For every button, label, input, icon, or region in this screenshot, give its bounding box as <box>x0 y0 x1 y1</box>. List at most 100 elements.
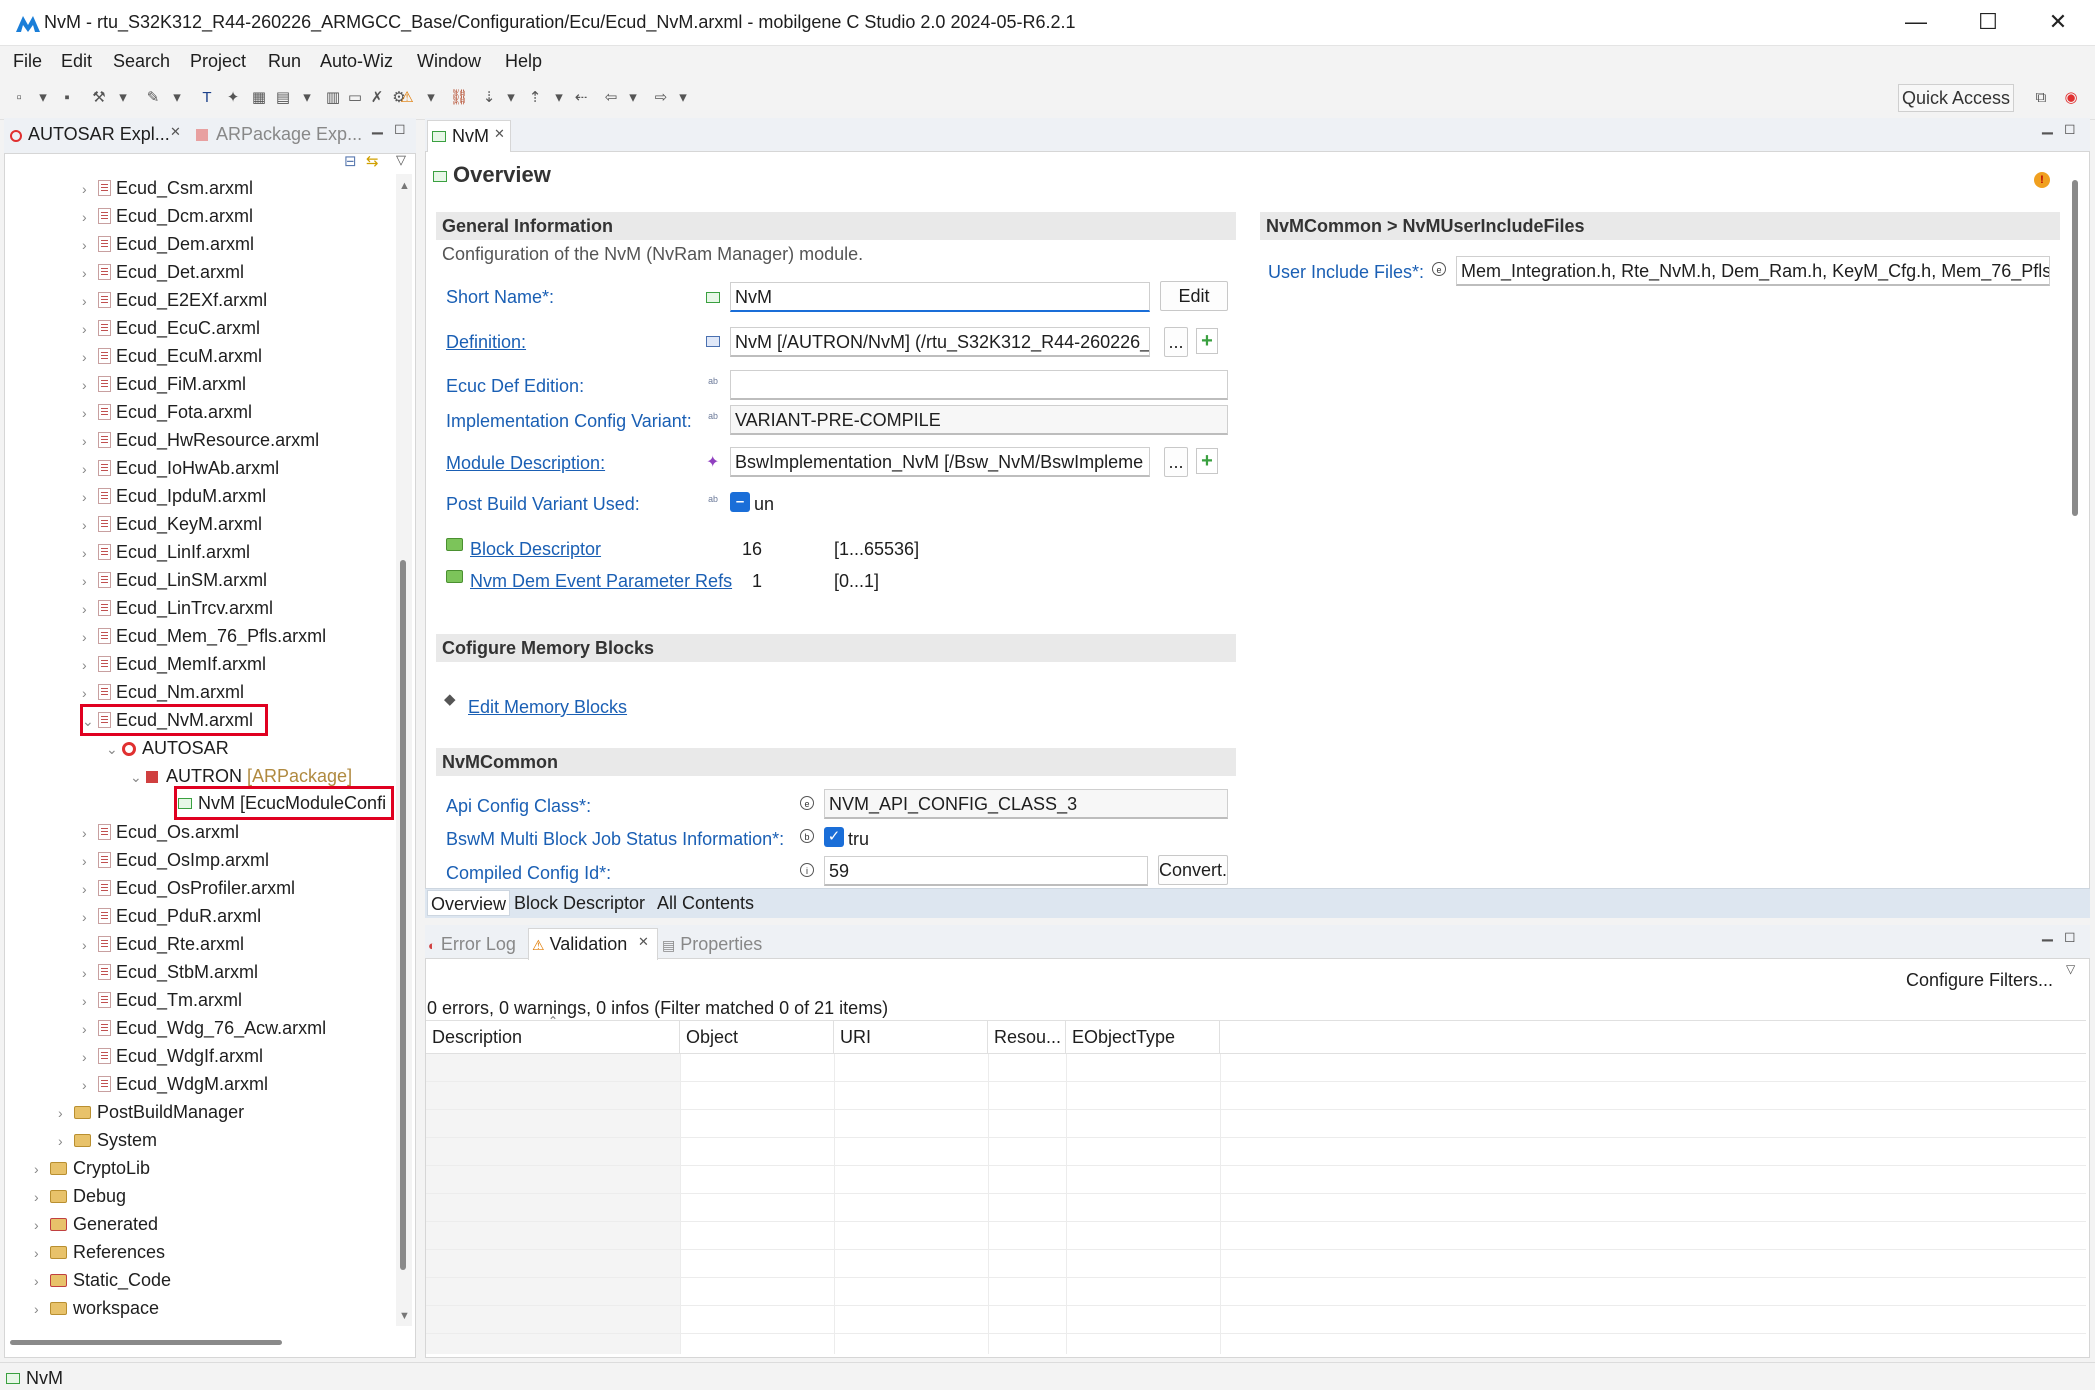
column-eobjecttype[interactable]: EObjectType <box>1066 1020 1220 1054</box>
grid-icon[interactable]: ▤ <box>272 87 294 109</box>
tree-item[interactable]: › Ecud_Dcm.arxml <box>82 202 253 230</box>
dropdown-icon[interactable]: ▾ <box>420 87 442 109</box>
convert-button[interactable]: Convert.. <box>1158 855 1228 885</box>
tree-item[interactable]: › Ecud_Os.arxml <box>82 818 239 846</box>
tree-item[interactable]: › Ecud_PduR.arxml <box>82 902 261 930</box>
tab-autosar-explorer[interactable]: AUTOSAR Expl... <box>10 124 170 145</box>
maximize-view-icon[interactable]: ◻ <box>2064 928 2076 945</box>
menu-search[interactable]: Search <box>113 51 170 72</box>
autosar-perspective-icon[interactable]: ◉ <box>2060 87 2082 109</box>
dem-event-refs-link[interactable]: Nvm Dem Event Parameter Refs <box>470 571 732 592</box>
tree-item[interactable]: › Ecud_LinTrcv.arxml <box>82 594 273 622</box>
close-button[interactable]: ✕ <box>2025 0 2091 46</box>
nav-icon[interactable]: ⇣ <box>478 87 500 109</box>
menu-run[interactable]: Run <box>268 51 301 72</box>
forward-icon[interactable]: ⇨ <box>650 87 672 109</box>
tree-item[interactable]: › Ecud_Fota.arxml <box>82 398 252 426</box>
dropdown-icon[interactable]: ▾ <box>622 87 644 109</box>
save-icon[interactable]: ▪ <box>56 87 78 109</box>
tree-item[interactable]: › Generated <box>34 1210 158 1238</box>
page-tab-all-contents[interactable]: All Contents <box>654 890 757 916</box>
window-icon[interactable]: ▭ <box>344 87 366 109</box>
configure-filters-link[interactable]: Configure Filters... <box>1906 970 2053 991</box>
menu-help[interactable]: Help <box>505 51 542 72</box>
tree-item[interactable]: › Static_Code <box>34 1266 171 1294</box>
build-icon[interactable]: ⚒ <box>88 87 110 109</box>
tree-item[interactable]: › Ecud_EcuM.arxml <box>82 342 262 370</box>
dropdown-icon[interactable]: ▾ <box>548 87 570 109</box>
short-name-input[interactable]: NvM <box>730 282 1150 312</box>
columns-icon[interactable]: ▥ <box>322 87 344 109</box>
problem-indicator-icon[interactable]: ! <box>2034 172 2050 188</box>
new-icon[interactable]: ▫ <box>8 87 30 109</box>
menu-auto-wiz[interactable]: Auto-Wiz <box>320 51 393 72</box>
tree-item[interactable]: › Ecud_MemIf.arxml <box>82 650 266 678</box>
module-description-browse-button[interactable]: ... <box>1164 447 1188 477</box>
collapse-all-icon[interactable]: ⊟ <box>344 152 357 170</box>
column-uri[interactable]: URI <box>834 1020 988 1054</box>
tree-item-nvm-file[interactable]: ⌄ Ecud_NvM.arxml <box>82 706 253 734</box>
tree-item[interactable]: › Ecud_Csm.arxml <box>82 174 253 202</box>
tree-item[interactable]: › Ecud_WdgM.arxml <box>82 1070 268 1098</box>
tree-item[interactable]: › Ecud_WdgIf.arxml <box>82 1042 263 1070</box>
back-icon[interactable]: ⇠ <box>570 87 592 109</box>
impl-config-variant-select[interactable]: VARIANT-PRE-COMPILE <box>730 405 1228 435</box>
tree-item[interactable]: › Ecud_KeyM.arxml <box>82 510 262 538</box>
view-menu-icon[interactable]: ▽ <box>2066 962 2075 976</box>
back-icon[interactable]: ⇦ <box>600 87 622 109</box>
menu-window[interactable]: Window <box>417 51 481 72</box>
tab-close-icon[interactable]: ✕ <box>638 934 649 950</box>
link-editor-icon[interactable]: ⇆ <box>366 152 379 170</box>
star-icon[interactable]: ✦ <box>222 87 244 109</box>
minimize-button[interactable]: — <box>1883 0 1949 46</box>
cross-icon[interactable]: ✗ <box>366 87 388 109</box>
tab-close-icon[interactable]: ✕ <box>170 124 181 140</box>
tree-item[interactable]: › Ecud_OsProfiler.arxml <box>82 874 295 902</box>
tree-item[interactable]: › Ecud_StbM.arxml <box>82 958 258 986</box>
tree-item[interactable]: › Ecud_Nm.arxml <box>82 678 244 706</box>
tree-item[interactable]: › System <box>58 1126 157 1154</box>
tree-item-autosar[interactable]: ⌄ AUTOSAR <box>106 734 229 762</box>
edit-memory-blocks-link[interactable]: Edit Memory Blocks <box>468 697 627 718</box>
maximize-view-icon[interactable]: ◻ <box>2064 120 2076 137</box>
tree-item-nvm-module[interactable]: NvM [EcucModuleConfi <box>178 789 392 817</box>
scroll-up-icon[interactable]: ▲ <box>399 180 410 192</box>
warning-icon[interactable]: ⚠ <box>396 87 418 109</box>
page-tab-overview[interactable]: Overview <box>427 890 511 916</box>
menu-project[interactable]: Project <box>190 51 246 72</box>
dropdown-icon[interactable]: ▾ <box>500 87 522 109</box>
module-description-add-button[interactable]: + <box>1196 448 1218 474</box>
chart-icon[interactable]: ▦ <box>248 87 270 109</box>
tree-item[interactable]: › Ecud_HwResource.arxml <box>82 426 319 454</box>
tree-item[interactable]: › Ecud_Det.arxml <box>82 258 244 286</box>
user-include-files-input[interactable]: Mem_Integration.h, Rte_NvM.h, Dem_Ram.h,… <box>1456 256 2050 286</box>
dropdown-icon[interactable]: ▾ <box>112 87 134 109</box>
tree-item[interactable]: › Ecud_LinSM.arxml <box>82 566 267 594</box>
tree-horizontal-scrollbar[interactable] <box>10 1340 282 1345</box>
minimize-view-icon[interactable]: ▁ <box>2042 118 2053 135</box>
tab-arpackage-explorer[interactable]: ARPackage Exp... <box>196 124 362 145</box>
tree-item[interactable]: › Ecud_Dem.arxml <box>82 230 254 258</box>
page-tab-block-descriptor[interactable]: Block Descriptor <box>511 890 648 916</box>
tree-item[interactable]: › Ecud_FiM.arxml <box>82 370 246 398</box>
minimize-view-icon[interactable]: ▁ <box>2042 925 2053 942</box>
tree-item[interactable]: › Ecud_Wdg_76_Acw.arxml <box>82 1014 326 1042</box>
tab-error-log[interactable]: ◐ Error Log <box>428 934 516 955</box>
pencil-icon[interactable]: ✎ <box>142 87 164 109</box>
perspective-icon[interactable]: ⧉ <box>2030 87 2052 109</box>
tree-item[interactable]: › Ecud_LinIf.arxml <box>82 538 250 566</box>
tree-item[interactable]: › CryptoLib <box>34 1154 150 1182</box>
bswm-multiblock-checkbox[interactable]: ✓ <box>824 827 844 847</box>
link-icon[interactable]: ⛓ <box>448 87 470 109</box>
tree-item[interactable]: › References <box>34 1238 165 1266</box>
editor-scrollbar-thumb[interactable] <box>2072 180 2078 516</box>
api-config-class-select[interactable]: NVM_API_CONFIG_CLASS_3 <box>824 789 1228 819</box>
module-description-link[interactable]: Module Description: <box>446 453 605 474</box>
ecuc-def-edition-input[interactable] <box>730 370 1228 400</box>
maximize-view-icon[interactable]: ◻ <box>394 120 406 137</box>
tab-close-icon[interactable]: ✕ <box>494 126 505 142</box>
minimize-view-icon[interactable]: ▁ <box>372 118 383 135</box>
module-description-input[interactable]: BswImplementation_NvM [/Bsw_NvM/BswImple… <box>730 447 1150 477</box>
dropdown-icon[interactable]: ▾ <box>166 87 188 109</box>
tree-item[interactable]: › Ecud_OsImp.arxml <box>82 846 269 874</box>
